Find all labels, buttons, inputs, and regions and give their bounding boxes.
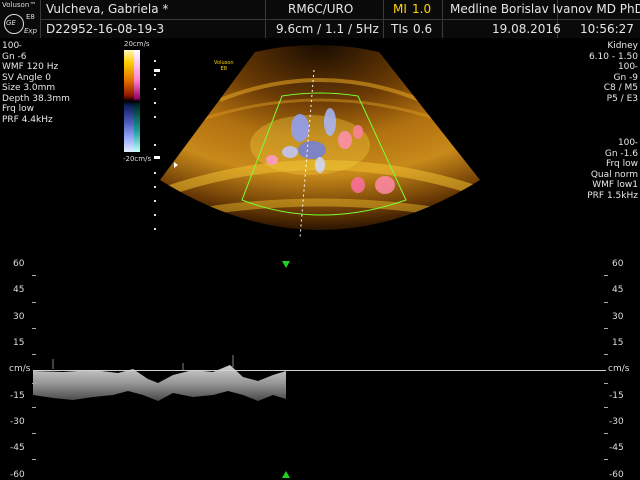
param-size: Size 3.0mm <box>2 83 56 93</box>
tick-label: -45 <box>10 443 25 453</box>
probe-name: RM6C/URO <box>288 2 354 16</box>
brand-name: Voluson™ <box>2 1 37 9</box>
tick-label: 15 <box>612 338 624 348</box>
spectral-waveform <box>33 355 286 401</box>
tick-label: -45 <box>609 443 624 453</box>
tick-label: 60 <box>13 259 25 269</box>
patient-name: Vulcheva, Gabriela * <box>46 2 169 16</box>
color-scale-bar-secondary <box>134 50 140 152</box>
tick-label: -15 <box>609 391 624 401</box>
colorbar-bottom-label: -20cm/s <box>123 155 152 163</box>
tick-label: 15 <box>13 338 25 348</box>
tick-label: -60 <box>609 470 624 480</box>
exam-date: 19.08.2016 <box>492 22 561 36</box>
exam-time: 10:56:27 <box>580 22 634 36</box>
tis-label: TIs <box>391 22 409 36</box>
tick-label: 30 <box>13 312 25 322</box>
tick-label: -30 <box>609 417 624 427</box>
tick-label: 30 <box>612 312 624 322</box>
header-separator <box>383 0 384 38</box>
tis-value: 0.6 <box>413 22 433 36</box>
colorbar-top-label: 20cm/s <box>124 40 150 48</box>
preset-name: Kidney <box>607 41 638 51</box>
probe-params: 9.6cm / 1.1 / 5Hz <box>276 22 379 36</box>
unit-label: cm/s <box>608 364 630 374</box>
right-params-top: Kidney 6.10 - 1.50 100 ̵ Gn -9 C8 / M5 P… <box>589 41 638 104</box>
param-wmf: WMF 120 Hz <box>2 62 59 72</box>
brand-edition: Exp <box>24 27 38 35</box>
logo-text: GE <box>6 19 16 27</box>
watermark-line2: E8 <box>220 66 227 72</box>
param-gain: Gn -1.6 <box>604 148 638 159</box>
institution-name: Medline Borislav Ivanov MD PhD <box>450 2 640 16</box>
param-quality: Qual norm <box>590 169 638 180</box>
param-sv-angle: SV Angle 0 <box>2 72 51 83</box>
mi-label: MI <box>393 2 407 16</box>
param-power: 100 ̵ <box>617 138 638 148</box>
param-gain: Gn -6 <box>2 51 27 62</box>
param-pe: P5 / E3 <box>606 93 638 104</box>
param-depth: Depth 38.3mm <box>2 93 70 104</box>
param-prf: PRF 4.4kHz <box>2 114 53 125</box>
depth-ruler <box>154 60 156 230</box>
left-params: 100 ̵ Gn -6 WMF 120 Hz SV Angle 0 Size 3… <box>2 41 70 125</box>
brand-model: E8 <box>26 13 35 21</box>
param-range: 6.10 - 1.50 <box>588 51 638 62</box>
tick-label: 60 <box>612 259 624 269</box>
ultrasound-sector-image <box>160 45 480 239</box>
param-cm: C8 / M5 <box>603 83 638 93</box>
header-separator <box>40 0 41 38</box>
param-frequency: Frq low <box>605 159 638 169</box>
patient-id: D22952-16-08-19-3 <box>46 22 165 36</box>
mi-value: 1.0 <box>412 2 432 16</box>
param-frequency: Frq low <box>2 104 35 114</box>
header-separator <box>442 0 443 38</box>
param-power: 100 ̵ <box>2 41 23 51</box>
header-separator <box>265 0 266 38</box>
param-prf: PRF 1.5kHz <box>587 190 638 201</box>
header-divider <box>40 19 640 20</box>
image-watermark: Voluson E8 <box>214 60 233 72</box>
tick-label: -30 <box>10 417 25 427</box>
tick-label: -60 <box>10 470 25 480</box>
tick-label: 45 <box>612 285 624 295</box>
param-power: 100 ̵ <box>617 62 638 72</box>
tick-label: 45 <box>13 285 25 295</box>
param-gain: Gn -9 <box>613 72 638 83</box>
unit-label: cm/s <box>9 364 31 374</box>
tick-label: -15 <box>10 391 25 401</box>
param-wmf: WMF low1 <box>592 180 638 190</box>
right-params-bottom: 100 ̵ Gn -1.6 Frq low Qual norm WMF low1… <box>587 138 638 201</box>
